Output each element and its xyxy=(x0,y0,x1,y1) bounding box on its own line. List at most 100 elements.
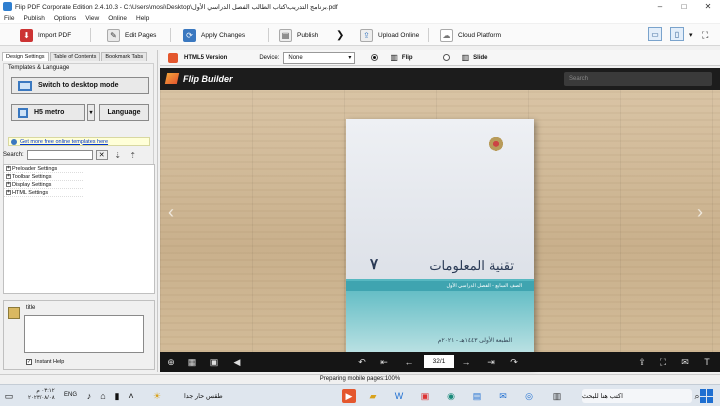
book-cover[interactable]: ٧ تقنية المعلومات الصف السابع - الفصل ال… xyxy=(346,119,534,367)
fullscreen-icon[interactable]: ⛶ xyxy=(702,27,708,43)
sound-icon[interactable]: ◀ xyxy=(231,356,243,368)
flip-label: Flip xyxy=(401,54,413,61)
pdf-icon: ⬇ xyxy=(20,28,33,42)
flip-pdf-taskbar-icon[interactable]: ▶ xyxy=(342,389,356,403)
notifications-icon[interactable]: ▭ xyxy=(2,389,16,403)
flipbook-search-input[interactable]: Search xyxy=(564,72,712,86)
clock[interactable]: ٠٣:١٢ م ٢٠٢٣/٠٨/٠٨ xyxy=(28,388,55,402)
first-page-icon[interactable]: ⇤ xyxy=(378,356,390,368)
tree-item-preloader[interactable]: + Preloader Settings xyxy=(4,165,83,173)
info-icon xyxy=(11,138,17,145)
menu-bar: File Publish Options View Online Help xyxy=(0,13,720,23)
template-dropdown-icon[interactable]: ▾ xyxy=(87,104,95,121)
chevron-up-icon[interactable]: ˄ xyxy=(124,389,138,403)
expand-all-icon[interactable]: ⇣ xyxy=(113,150,123,160)
title-bar: Flip PDF Corporate Edition 2.4.10.3 - C:… xyxy=(0,0,720,13)
taskbar-search[interactable]: اكتب هنا للبحث xyxy=(582,389,692,403)
device-label: Device: xyxy=(259,54,280,61)
maximize-button[interactable]: □ xyxy=(672,0,696,13)
template-button[interactable]: H5 metro xyxy=(11,104,85,121)
battery-icon[interactable]: ▮ xyxy=(110,389,124,403)
menu-publish[interactable]: Publish xyxy=(23,15,44,22)
tree-item-display[interactable]: + Display Settings xyxy=(4,181,83,189)
share-icon[interactable]: ⇪ xyxy=(636,356,648,368)
slide-radio[interactable] xyxy=(442,54,450,61)
edit-pages-icon: ✎ xyxy=(107,28,120,42)
next-page-arrow[interactable]: › xyxy=(697,202,703,223)
word-icon[interactable]: W xyxy=(392,389,406,403)
weather-text: طقس حار جدا xyxy=(184,393,223,400)
desktop-view-icon[interactable]: ▭ xyxy=(648,27,662,41)
zoom-in-icon[interactable]: ⊕ xyxy=(165,356,177,368)
upload-online-button[interactable]: ⇪ Upload Online xyxy=(360,27,419,43)
tab-bookmark-tabs[interactable]: Bookmark Tabs xyxy=(101,52,148,61)
mobile-view-icon[interactable]: ▯ xyxy=(670,27,684,41)
search-input[interactable] xyxy=(26,150,93,160)
next-page-icon[interactable]: → xyxy=(460,356,472,368)
search-label: Search: xyxy=(3,152,24,158)
instant-help-checkbox[interactable]: ✓ xyxy=(26,359,32,365)
clock-date: ٢٠٢٣/٠٨/٠٨ xyxy=(28,395,55,401)
import-pdf-button[interactable]: ⬇ Import PDF xyxy=(20,27,71,43)
menu-file[interactable]: File xyxy=(4,15,14,22)
mail-icon[interactable]: ✉ xyxy=(496,389,510,403)
main-toolbar: ⬇ Import PDF ✎ Edit Pages ⟳ Apply Change… xyxy=(0,24,720,46)
thumbnails-icon[interactable]: ▦ xyxy=(186,356,198,368)
view-dropdown-icon[interactable]: ▾ xyxy=(689,27,693,43)
redo-icon[interactable]: ↷ xyxy=(508,356,520,368)
tree-item-toolbar[interactable]: + Toolbar Settings xyxy=(4,173,83,181)
edge-icon[interactable]: ◉ xyxy=(444,389,458,403)
upload-online-label: Upload Online xyxy=(378,31,420,39)
task-view-icon[interactable]: ▥ xyxy=(550,389,564,403)
language-indicator[interactable]: ENG xyxy=(64,392,77,398)
instant-help-toggle[interactable]: ✓ Instant Help xyxy=(26,359,64,365)
menu-options[interactable]: Options xyxy=(54,15,76,22)
cloud-platform-button[interactable]: ☁ Cloud Platform xyxy=(440,27,501,43)
flip-radio[interactable] xyxy=(371,54,379,61)
templates-link[interactable]: Get more free online templates here xyxy=(8,137,150,146)
window-title: Flip PDF Corporate Edition 2.4.10.3 - C:… xyxy=(15,3,338,11)
clear-search-button[interactable]: ✕ xyxy=(95,150,108,160)
file-explorer-icon[interactable]: ▰ xyxy=(366,389,380,403)
settings-tabs: Design Settings Table of Contents Bookma… xyxy=(2,52,148,61)
publish-button[interactable]: ▤ Publish xyxy=(279,27,318,43)
template-icon xyxy=(18,107,28,118)
desktop-mode-button[interactable]: Switch to desktop mode xyxy=(11,77,149,94)
tree-item-html[interactable]: + HTML Settings xyxy=(4,189,83,197)
start-tile xyxy=(707,389,713,396)
volume-icon[interactable]: ♪ xyxy=(82,389,96,403)
prev-page-icon[interactable]: ← xyxy=(403,356,415,368)
email-icon[interactable]: ✉ xyxy=(679,356,691,368)
network-icon[interactable]: ⌂ xyxy=(96,389,110,403)
minimize-button[interactable]: – xyxy=(648,0,672,13)
store-icon[interactable]: ▤ xyxy=(470,389,484,403)
close-button[interactable]: ✕ xyxy=(696,0,720,13)
bookmark-icon[interactable]: ▣ xyxy=(208,356,220,368)
edit-pages-button[interactable]: ✎ Edit Pages xyxy=(107,27,156,43)
language-button[interactable]: Language xyxy=(99,104,149,121)
toolbar-divider xyxy=(428,28,429,42)
apply-changes-button[interactable]: ⟳ Apply Changes xyxy=(183,27,245,43)
prev-page-arrow[interactable]: ‹ xyxy=(168,202,174,223)
import-pdf-label: Import PDF xyxy=(38,31,72,39)
collapse-all-icon[interactable]: ⇡ xyxy=(128,150,138,160)
app-icon[interactable]: ▣ xyxy=(418,389,432,403)
tab-table-of-contents[interactable]: Table of Contents xyxy=(49,52,101,61)
tab-design-settings[interactable]: Design Settings xyxy=(2,52,49,61)
device-select[interactable]: None ▾ xyxy=(283,51,356,64)
settings-search: Search: ✕ ⇣ ⇡ xyxy=(3,150,138,160)
start-button[interactable] xyxy=(700,389,714,403)
apply-changes-icon: ⟳ xyxy=(183,28,196,42)
version-label: HTML5 Version xyxy=(184,54,228,61)
last-page-icon[interactable]: ⇥ xyxy=(485,356,497,368)
text-icon[interactable]: T xyxy=(701,356,713,368)
undo-icon[interactable]: ↶ xyxy=(356,356,368,368)
menu-help[interactable]: Help xyxy=(136,15,149,22)
fullscreen-icon[interactable]: ⛶ xyxy=(657,356,669,368)
menu-view[interactable]: View xyxy=(85,15,99,22)
device-value: None xyxy=(288,54,303,61)
browser-icon[interactable]: ◎ xyxy=(522,389,536,403)
page-indicator[interactable]: 32/1 xyxy=(424,355,454,368)
menu-online[interactable]: Online xyxy=(108,15,127,22)
left-panel: Design Settings Table of Contents Bookma… xyxy=(0,50,158,372)
